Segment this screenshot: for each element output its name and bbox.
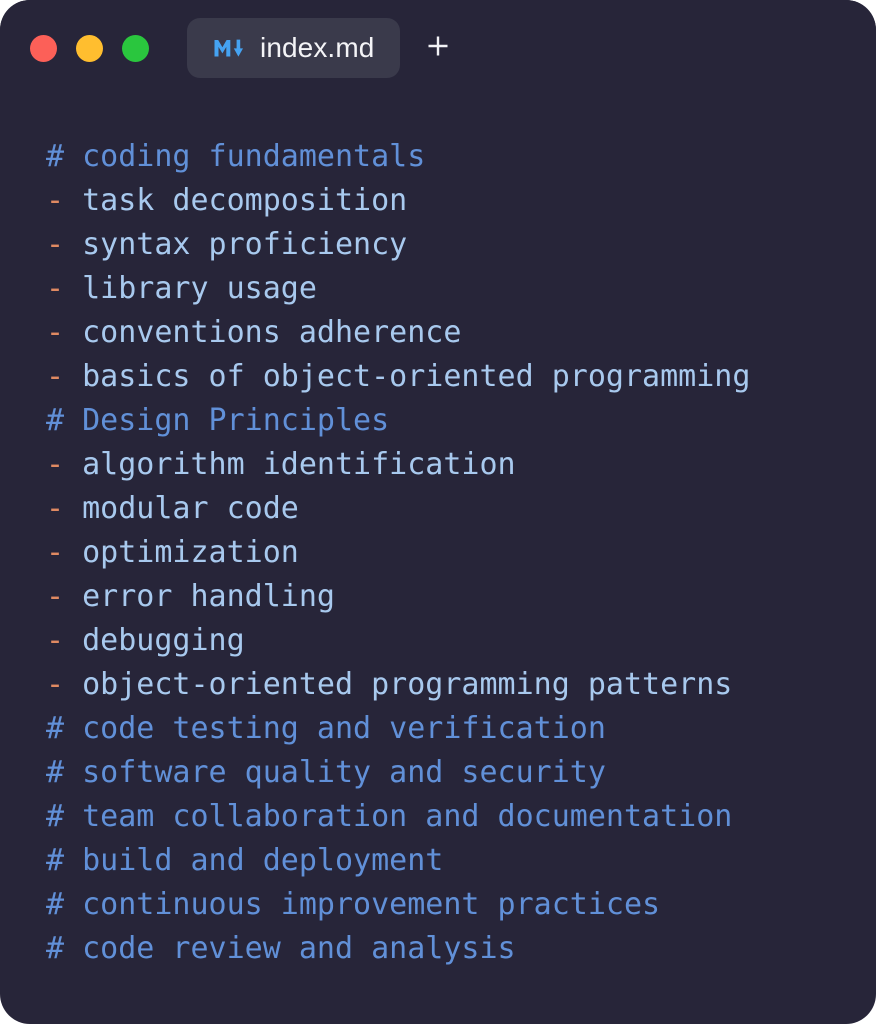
- line-space: [64, 623, 82, 658]
- list-marker: -: [46, 447, 65, 482]
- heading-marker: #: [46, 843, 65, 878]
- line-space: [64, 139, 82, 174]
- heading-text: team collaboration and documentation: [82, 799, 733, 834]
- minimize-button[interactable]: [76, 34, 103, 62]
- heading-marker: #: [46, 403, 65, 438]
- markdown-list-line: - object-oriented programming patterns: [46, 663, 876, 707]
- line-space: [64, 843, 82, 878]
- markdown-list-line: - algorithm identification: [46, 443, 876, 487]
- heading-marker: #: [46, 711, 65, 746]
- line-space: [64, 359, 82, 394]
- tab-strip: index.md: [187, 18, 460, 78]
- markdown-list-line: - task decomposition: [46, 179, 876, 223]
- list-text: task decomposition: [82, 183, 408, 218]
- line-space: [64, 315, 82, 350]
- new-tab-button[interactable]: [416, 26, 460, 70]
- list-marker: -: [46, 227, 65, 262]
- heading-text: code review and analysis: [82, 931, 516, 966]
- list-text: basics of object-oriented programming: [82, 359, 751, 394]
- list-text: conventions adherence: [82, 315, 462, 350]
- list-marker: -: [46, 491, 65, 526]
- list-marker: -: [46, 579, 65, 614]
- line-space: [64, 799, 82, 834]
- app-window: index.md # coding fundamentals - task dec…: [0, 0, 876, 1024]
- heading-text: build and deployment: [82, 843, 444, 878]
- list-marker: -: [46, 271, 65, 306]
- list-text: modular code: [82, 491, 299, 526]
- list-text: object-oriented programming patterns: [82, 667, 733, 702]
- markdown-icon: [213, 37, 243, 59]
- line-space: [64, 667, 82, 702]
- close-button[interactable]: [30, 34, 57, 62]
- markdown-list-line: - debugging: [46, 619, 876, 663]
- markdown-list-line: - basics of object-oriented programming: [46, 355, 876, 399]
- line-space: [64, 183, 82, 218]
- list-text: algorithm identification: [82, 447, 516, 482]
- markdown-heading-line: # Design Principles: [46, 399, 876, 443]
- markdown-list-line: - error handling: [46, 575, 876, 619]
- line-space: [64, 227, 82, 262]
- heading-marker: #: [46, 931, 65, 966]
- line-space: [64, 447, 82, 482]
- line-space: [64, 887, 82, 922]
- markdown-editor[interactable]: # coding fundamentals - task decompositio…: [0, 96, 876, 971]
- markdown-list-line: - optimization: [46, 531, 876, 575]
- list-text: debugging: [82, 623, 245, 658]
- heading-marker: #: [46, 799, 65, 834]
- markdown-heading-line: # continuous improvement practices: [46, 883, 876, 927]
- list-marker: -: [46, 535, 65, 570]
- markdown-heading-line: # code review and analysis: [46, 927, 876, 971]
- heading-text: software quality and security: [82, 755, 606, 790]
- markdown-list-line: - syntax proficiency: [46, 223, 876, 267]
- heading-marker: #: [46, 887, 65, 922]
- plus-icon: [423, 31, 453, 65]
- heading-text: code testing and verification: [82, 711, 606, 746]
- maximize-button[interactable]: [122, 34, 149, 62]
- line-space: [64, 271, 82, 306]
- line-space: [64, 535, 82, 570]
- list-text: syntax proficiency: [82, 227, 408, 262]
- line-space: [64, 403, 82, 438]
- line-space: [64, 931, 82, 966]
- heading-marker: #: [46, 139, 65, 174]
- title-bar: index.md: [0, 0, 876, 96]
- list-marker: -: [46, 315, 65, 350]
- list-marker: -: [46, 183, 65, 218]
- line-space: [64, 491, 82, 526]
- markdown-heading-line: # team collaboration and documentation: [46, 795, 876, 839]
- markdown-list-line: - modular code: [46, 487, 876, 531]
- list-text: optimization: [82, 535, 299, 570]
- code-lines: # coding fundamentals - task decompositio…: [46, 135, 876, 971]
- line-space: [64, 755, 82, 790]
- list-marker: -: [46, 667, 65, 702]
- tab-index-md[interactable]: index.md: [187, 18, 401, 78]
- line-space: [64, 579, 82, 614]
- markdown-heading-line: # code testing and verification: [46, 707, 876, 751]
- heading-marker: #: [46, 755, 65, 790]
- list-marker: -: [46, 623, 65, 658]
- markdown-list-line: - library usage: [46, 267, 876, 311]
- markdown-heading-line: # coding fundamentals: [46, 135, 876, 179]
- heading-text: Design Principles: [82, 403, 390, 438]
- heading-text: coding fundamentals: [82, 139, 426, 174]
- tab-label: index.md: [260, 32, 375, 63]
- markdown-heading-line: # build and deployment: [46, 839, 876, 883]
- list-text: library usage: [82, 271, 317, 306]
- heading-text: continuous improvement practices: [82, 887, 661, 922]
- window-controls: [30, 34, 149, 62]
- markdown-heading-line: # software quality and security: [46, 751, 876, 795]
- markdown-list-line: - conventions adherence: [46, 311, 876, 355]
- list-marker: -: [46, 359, 65, 394]
- line-space: [64, 711, 82, 746]
- list-text: error handling: [82, 579, 335, 614]
